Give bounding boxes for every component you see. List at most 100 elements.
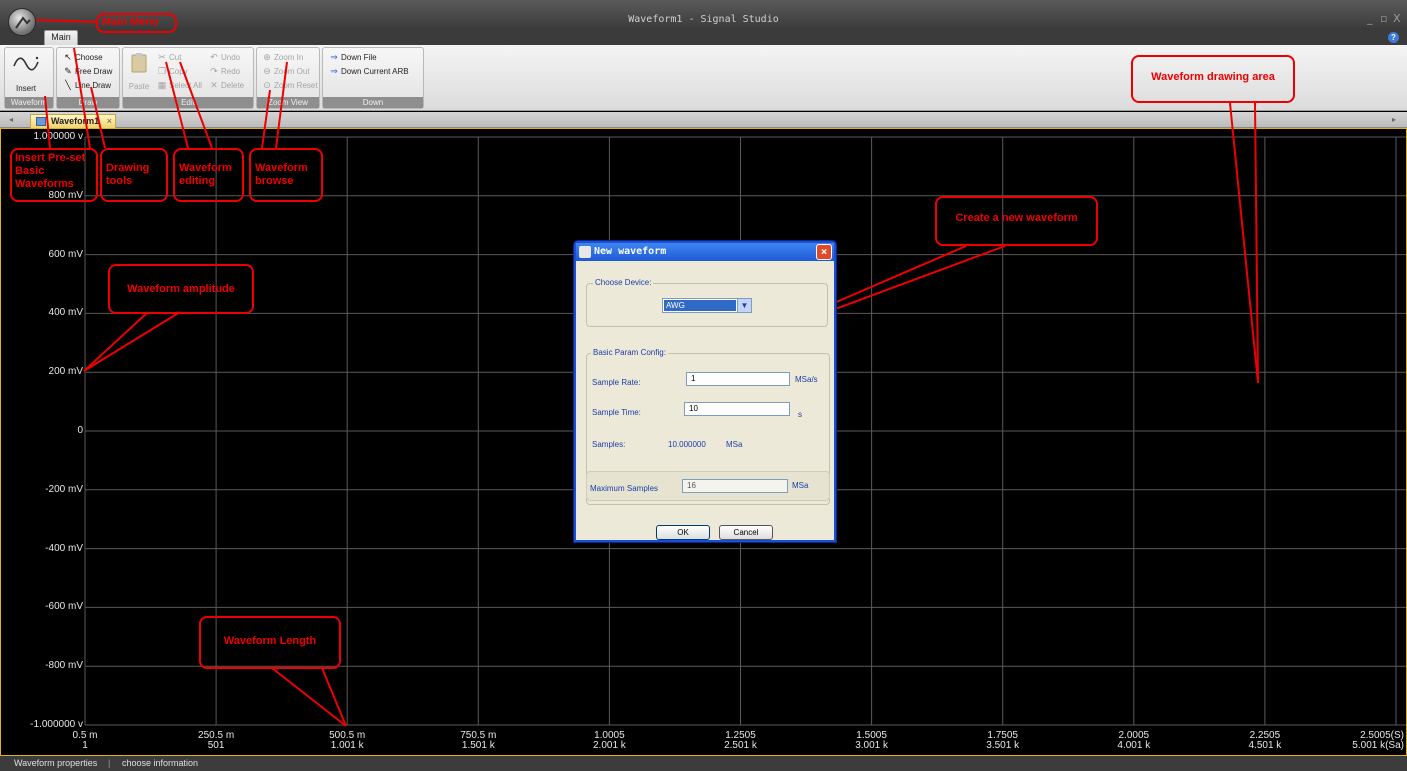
main-menu-button[interactable] (8, 8, 36, 36)
undo-label: Undo (221, 53, 241, 62)
delete-icon: ✕ (210, 80, 218, 90)
x-tick-sample: 1.501 k (461, 740, 495, 751)
x-tick-sample: 3.001 k (855, 740, 888, 751)
status-divider: | (108, 758, 111, 768)
scissors-icon: ✂ (158, 52, 166, 62)
scroll-right-icon[interactable]: ▸ (1392, 115, 1396, 124)
x-tick-label: 2.5005(S) 5.001 k(Sa) (1324, 731, 1404, 751)
zoom-out-label: Zoom Out (274, 67, 310, 76)
sample-time-label: Sample Time: (592, 408, 641, 417)
cancel-button[interactable]: Cancel (719, 525, 773, 540)
annotation-drawing-tools: Drawing tools (100, 148, 168, 202)
arrow-right-icon: ⇒ (330, 52, 338, 62)
x-tick-label: 500.5 m 1.001 k (307, 731, 387, 751)
choose-label: Choose (75, 53, 103, 62)
doc-tab-waveform1[interactable]: Waveform1 × (30, 114, 116, 128)
ribbon-group-edit: Paste ✂ Cut ❐ Copy ▦ Select All ↶ Undo ↷ Redo… (122, 47, 254, 109)
select-all-button[interactable]: ▦ Select All (155, 80, 202, 91)
down-file-button[interactable]: ⇒ Down File (327, 52, 376, 63)
group-label-down: Down (323, 97, 423, 108)
clipboard-icon (131, 53, 147, 73)
scroll-left-icon[interactable]: ◂ (9, 115, 13, 124)
signal-studio-window: Waveform1 - Signal Studio _ ▫ X Main ? I… (0, 0, 1407, 771)
sample-time-unit: s (798, 410, 802, 419)
zoom-reset-icon: ⊙ (263, 80, 271, 90)
x-tick-label: 0.5 m1 (45, 731, 125, 751)
zoom-in-label: Zoom In (274, 53, 304, 62)
zoom-in-button[interactable]: ⊕ Zoom In (260, 52, 303, 63)
ribbon-group-draw: ↖ Choose ✎ Free Draw ╲ Line Draw Draw (56, 47, 120, 109)
chevron-down-icon[interactable]: ▼ (737, 299, 751, 312)
close-button[interactable]: X (1393, 12, 1401, 25)
down-current-arb-button[interactable]: ⇒ Down Current ARB (327, 66, 409, 77)
redo-button[interactable]: ↷ Redo (207, 66, 240, 77)
annotation-waveform-editing: Waveform editing (173, 148, 244, 202)
annotation-length: Waveform Length (199, 616, 341, 669)
y-tick-label: 400 mV (48, 307, 83, 319)
help-icon[interactable]: ? (1388, 32, 1399, 43)
y-tick-label: 200 mV (48, 366, 83, 378)
x-tick-label: 750.5 m 1.501 k (438, 731, 518, 751)
tab-main[interactable]: Main (44, 30, 78, 45)
down-current-arb-label: Down Current ARB (341, 67, 409, 76)
line-draw-label: Line Draw (75, 81, 112, 90)
free-draw-button[interactable]: ✎ Free Draw (61, 66, 112, 77)
restore-button[interactable]: ▫ (1380, 12, 1387, 25)
group-label-edit: Edit (123, 97, 253, 108)
delete-button[interactable]: ✕ Delete (207, 80, 244, 91)
annotation-waveform-browse: Waveform browse (249, 148, 323, 202)
ribbon-group-waveform: Insert Waveform (4, 47, 54, 109)
zoom-out-icon: ⊖ (263, 66, 271, 76)
copy-label: Copy (169, 67, 188, 76)
x-tick-sample: 1.001 k (330, 740, 364, 751)
insert-button[interactable]: Insert (11, 54, 41, 94)
paste-button[interactable]: Paste (127, 52, 151, 92)
dialog-close-button[interactable]: × (816, 244, 832, 260)
window-title: Waveform1 - Signal Studio (628, 14, 779, 25)
dialog-title-bar[interactable]: New waveform × (576, 243, 834, 261)
x-tick-sample: 3.501 k (986, 740, 1020, 751)
copy-icon: ❐ (157, 66, 167, 76)
zoom-out-button[interactable]: ⊖ Zoom Out (260, 66, 310, 77)
doc-tab-close-icon[interactable]: × (107, 115, 112, 127)
x-tick-sample: 4.501 k (1248, 740, 1282, 751)
cut-button[interactable]: ✂ Cut (155, 52, 181, 63)
dialog-app-icon (579, 246, 591, 258)
x-tick-sample: 1 (82, 740, 88, 751)
y-tick-label: 600 mV (48, 248, 83, 260)
undo-button[interactable]: ↶ Undo (207, 52, 240, 63)
app-logo-icon (15, 16, 31, 29)
device-select[interactable]: AWG ▼ (662, 298, 752, 313)
x-tick-sample: 2.001 k (592, 740, 626, 751)
pencil-icon: ✎ (64, 66, 72, 76)
sample-rate-input[interactable]: 1 (686, 372, 790, 386)
x-tick-label: 1.0005 2.001 k (569, 731, 649, 751)
line-draw-button[interactable]: ╲ Line Draw (61, 80, 111, 91)
sample-rate-label: Sample Rate: (592, 378, 641, 387)
samples-label: Samples: (592, 440, 626, 449)
sample-time-input[interactable]: 10 (684, 402, 790, 416)
x-tick-sample: 4.001 k (1117, 740, 1151, 751)
zoom-reset-button[interactable]: ⊙ Zoom Reset (260, 80, 318, 91)
y-tick-label: -800 mV (45, 660, 83, 672)
document-tab-bar: ◂ Waveform1 × ▸ (0, 112, 1407, 128)
x-tick-sample: 501 (207, 740, 225, 751)
choose-button[interactable]: ↖ Choose (61, 52, 103, 63)
y-tick-label: 1.000000 v (33, 131, 84, 142)
copy-button[interactable]: ❐ Copy (155, 66, 188, 77)
status-choose-information: choose information (122, 758, 199, 768)
choose-device-legend: Choose Device: (593, 278, 654, 287)
select-all-icon: ▦ (157, 80, 167, 90)
max-samples-label: Maximum Samples (590, 484, 659, 493)
group-label-draw: Draw (57, 97, 119, 108)
ok-button[interactable]: OK (656, 525, 710, 540)
ribbon-group-zoom: ⊕ Zoom In ⊖ Zoom Out ⊙ Zoom Reset Zoom View (256, 47, 320, 109)
samples-unit: MSa (726, 440, 743, 449)
zoom-reset-label: Zoom Reset (274, 81, 318, 90)
dialog-title: New waveform (594, 246, 667, 257)
free-draw-label: Free Draw (75, 67, 113, 76)
minimize-button[interactable]: _ (1367, 12, 1373, 25)
redo-label: Redo (221, 67, 241, 76)
doc-tab-label: Waveform1 (51, 116, 100, 126)
x-tick-sample: 5.001 k(Sa) (1352, 740, 1404, 751)
